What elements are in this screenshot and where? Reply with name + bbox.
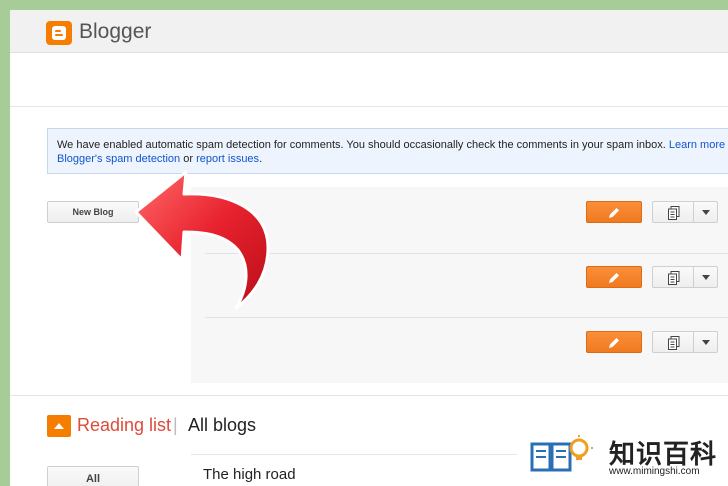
view-posts-button[interactable] — [652, 266, 694, 288]
section-divider — [10, 395, 728, 396]
row-divider — [205, 253, 728, 254]
edit-posts-button[interactable] — [586, 266, 642, 288]
app-title: Blogger — [79, 20, 152, 43]
more-options-button[interactable] — [694, 266, 718, 288]
divider — [10, 106, 728, 107]
new-blog-button[interactable]: New Blog — [47, 201, 139, 223]
chevron-up-icon — [54, 423, 64, 429]
browser-frame: Blogger We have enabled automatic spam d… — [10, 10, 728, 486]
book-lightbulb-icon — [530, 435, 593, 472]
row-divider — [205, 317, 728, 318]
reading-list-title: Reading list — [77, 415, 172, 435]
pencil-icon — [609, 208, 619, 218]
notice-mid-text: or — [180, 153, 197, 165]
edit-posts-button[interactable] — [586, 201, 642, 223]
documents-icon — [668, 271, 680, 285]
pencil-icon — [609, 273, 619, 283]
view-posts-button[interactable] — [652, 331, 694, 353]
collapse-reading-list-button[interactable] — [47, 415, 71, 437]
chevron-down-icon — [702, 340, 710, 345]
app-header: Blogger — [10, 10, 728, 53]
documents-icon — [668, 336, 680, 350]
blogger-logo-icon[interactable] — [46, 21, 72, 45]
chevron-down-icon — [702, 210, 710, 215]
spam-notice: We have enabled automatic spam detection… — [47, 128, 728, 174]
all-button[interactable]: All — [47, 466, 139, 486]
notice-text: We have enabled automatic spam detection… — [57, 139, 669, 151]
spam-detection-link[interactable]: Blogger's spam detection — [57, 153, 180, 165]
chevron-down-icon — [702, 275, 710, 280]
notice-end-text: . — [259, 153, 263, 165]
view-posts-button[interactable] — [652, 201, 694, 223]
learn-more-link[interactable]: Learn more a — [669, 139, 728, 151]
title-separator: | — [173, 415, 178, 435]
edit-posts-button[interactable] — [586, 331, 642, 353]
reading-list-post-title[interactable]: The high road — [203, 466, 296, 483]
report-issues-link[interactable]: report issues — [196, 153, 259, 165]
more-options-button[interactable] — [694, 331, 718, 353]
watermark: 知识百科 www.mimingshi.com — [517, 428, 728, 486]
pencil-icon — [609, 338, 619, 348]
documents-icon — [668, 206, 680, 220]
watermark-url: www.mimingshi.com — [609, 466, 700, 477]
more-options-button[interactable] — [694, 201, 718, 223]
all-blogs-filter[interactable]: All blogs — [188, 415, 256, 436]
red-arrow-icon — [134, 170, 270, 310]
